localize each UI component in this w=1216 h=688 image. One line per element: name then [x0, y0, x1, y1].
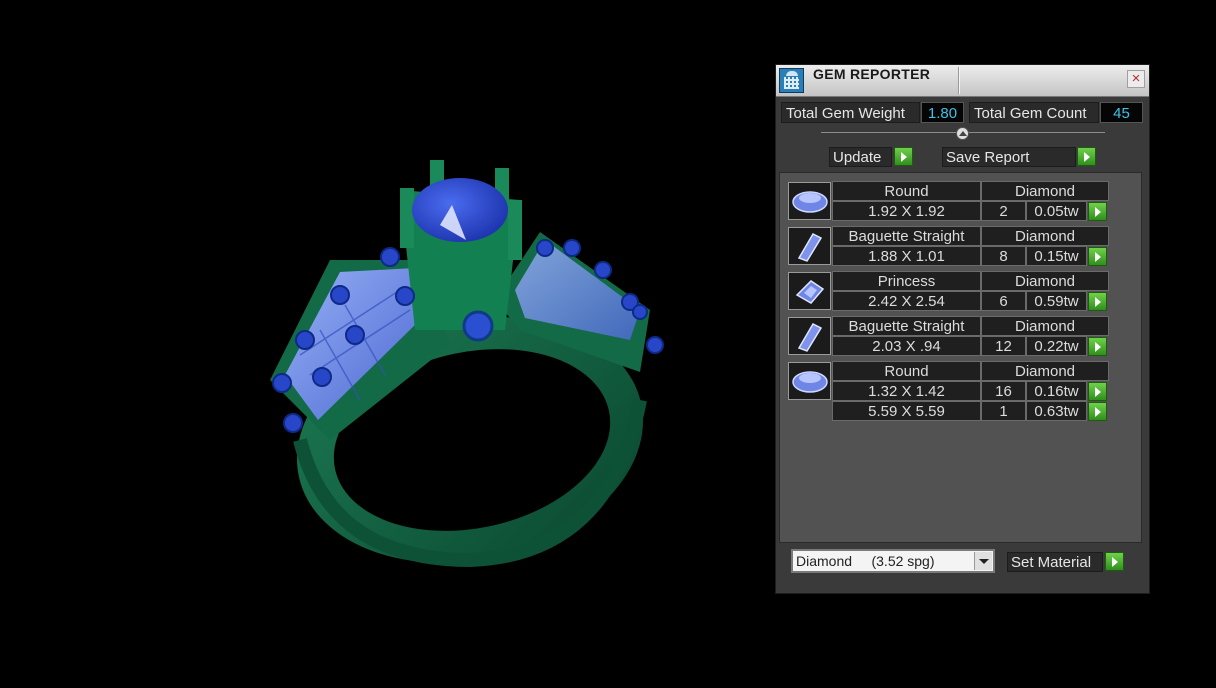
select-gems-go-icon[interactable]: [1088, 247, 1107, 266]
gem-cut-cell: Princess: [832, 271, 981, 291]
gem-material-cell: Diamond: [981, 181, 1109, 201]
gem-size-cell: 1.32 X 1.42: [832, 381, 981, 401]
gem-list: Round Diamond 1.92 X 1.92 2 0.05tw Bague…: [779, 172, 1142, 543]
gem-material-cell: Diamond: [981, 226, 1109, 246]
gem-cut-cell: Round: [832, 181, 981, 201]
gem-weight-cell: 0.15tw: [1026, 246, 1087, 266]
baguette-gem-icon[interactable]: [788, 227, 831, 265]
select-gems-go-icon[interactable]: [1088, 337, 1107, 356]
total-gem-count-label: Total Gem Count: [969, 102, 1099, 123]
titlebar-divider: [958, 67, 960, 94]
total-gem-weight-value: 1.80: [921, 102, 964, 123]
material-dropdown[interactable]: Diamond (3.52 spg): [791, 549, 995, 573]
update-button[interactable]: Update: [829, 147, 892, 167]
gem-count-cell: 12: [981, 336, 1026, 356]
gem-material-cell: Diamond: [981, 316, 1109, 336]
gem-count-cell: 16: [981, 381, 1026, 401]
gem-cut-cell: Round: [832, 361, 981, 381]
material-dropdown-value: Diamond (3.52 spg): [796, 553, 935, 569]
gem-reporter-app-icon: [779, 68, 804, 93]
gem-count-cell: 2: [981, 201, 1026, 221]
gem-size-cell: 2.03 X .94: [832, 336, 981, 356]
round-gem-icon[interactable]: [788, 182, 831, 220]
chevron-down-icon[interactable]: [974, 552, 992, 570]
gem-size-cell: 5.59 X 5.59: [832, 401, 981, 421]
panel-titlebar[interactable]: GEM REPORTER ×: [776, 65, 1149, 97]
gem-reporter-panel: GEM REPORTER × Total Gem Weight 1.80 Tot…: [775, 64, 1150, 594]
gem-size-cell: 1.92 X 1.92: [832, 201, 981, 221]
panel-title: GEM REPORTER: [813, 66, 931, 82]
gem-material-cell: Diamond: [981, 271, 1109, 291]
princess-gem-icon[interactable]: [788, 272, 831, 310]
3d-viewport[interactable]: [0, 0, 770, 683]
gem-weight-cell: 0.05tw: [1026, 201, 1087, 221]
gem-weight-cell: 0.63tw: [1026, 401, 1087, 421]
set-material-button[interactable]: Set Material: [1007, 552, 1103, 572]
gem-weight-cell: 0.22tw: [1026, 336, 1087, 356]
gem-size-cell: 1.88 X 1.01: [832, 246, 981, 266]
save-report-go-icon[interactable]: [1077, 147, 1096, 166]
close-button[interactable]: ×: [1127, 70, 1145, 88]
select-gems-go-icon[interactable]: [1088, 202, 1107, 221]
set-material-go-icon[interactable]: [1105, 552, 1124, 571]
gem-cut-cell: Baguette Straight: [832, 316, 981, 336]
gem-count-cell: 1: [981, 401, 1026, 421]
save-report-button[interactable]: Save Report: [942, 147, 1076, 167]
gem-weight-cell: 0.59tw: [1026, 291, 1087, 311]
gem-count-cell: 6: [981, 291, 1026, 311]
total-gem-count-value: 45: [1100, 102, 1143, 123]
select-gems-go-icon[interactable]: [1088, 382, 1107, 401]
gem-material-cell: Diamond: [981, 361, 1109, 381]
gem-weight-cell: 0.16tw: [1026, 381, 1087, 401]
gem-size-cell: 2.42 X 2.54: [832, 291, 981, 311]
panel-collapse-handle[interactable]: [956, 127, 969, 140]
round-gem-icon[interactable]: [788, 362, 831, 400]
gem-cut-cell: Baguette Straight: [832, 226, 981, 246]
gem-count-cell: 8: [981, 246, 1026, 266]
ring-model: [270, 160, 664, 568]
baguette-gem-icon[interactable]: [788, 317, 831, 355]
select-gems-go-icon[interactable]: [1088, 292, 1107, 311]
update-go-icon[interactable]: [894, 147, 913, 166]
select-gems-go-icon[interactable]: [1088, 402, 1107, 421]
total-gem-weight-label: Total Gem Weight: [781, 102, 920, 123]
